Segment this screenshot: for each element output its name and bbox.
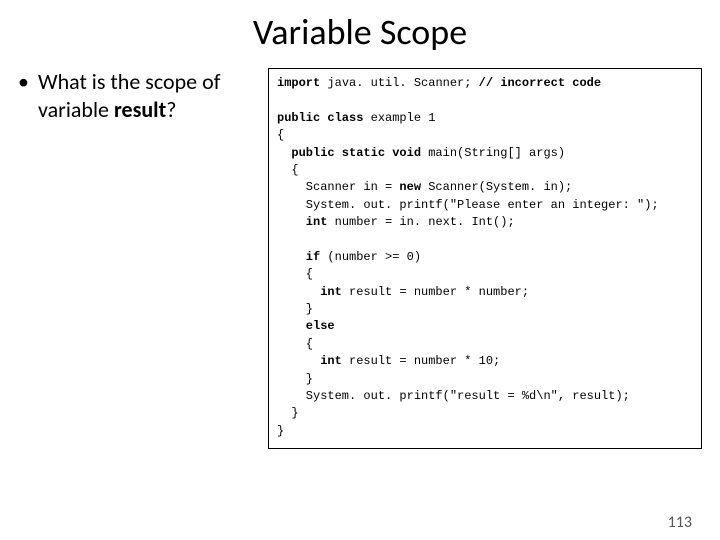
- slide-title: Variable Scope: [0, 0, 720, 68]
- bullet-text: What is the scope of variable result?: [38, 68, 256, 123]
- bullet-item: • What is the scope of variable result?: [18, 68, 256, 123]
- left-column: • What is the scope of variable result?: [18, 68, 268, 449]
- right-column: import java. util. Scanner; // incorrect…: [268, 68, 702, 449]
- page-number: 113: [668, 513, 692, 532]
- code-block: import java. util. Scanner; // incorrect…: [268, 68, 702, 449]
- content-area: • What is the scope of variable result? …: [0, 68, 720, 449]
- bullet-mark: •: [18, 68, 38, 123]
